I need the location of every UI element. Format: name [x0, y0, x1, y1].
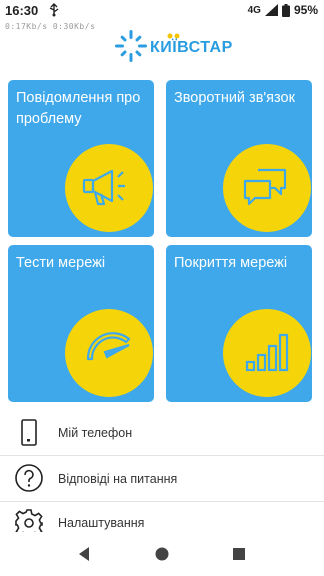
speedometer-icon	[86, 332, 131, 361]
signal-icon	[264, 4, 278, 16]
kyivstar-logo: КИЇВСТАР	[113, 28, 232, 64]
signal-bars-icon	[245, 333, 289, 372]
network-speed: 0:17Kb/s 0:30Kb/s	[5, 22, 96, 31]
tile-network-tests[interactable]: Тести мережі	[8, 245, 154, 402]
status-time: 16:30	[5, 3, 39, 18]
home-icon[interactable]	[152, 544, 172, 564]
menu-item-faq[interactable]: Відповіді на питання	[0, 456, 324, 501]
usb-icon	[49, 3, 59, 17]
tile-circle	[223, 144, 311, 232]
menu-label: Налаштування	[58, 516, 145, 530]
tile-circle	[65, 309, 153, 397]
back-icon[interactable]	[75, 544, 95, 564]
recents-icon[interactable]	[229, 544, 249, 564]
chat-bubbles-icon	[243, 168, 287, 206]
battery-icon	[281, 3, 290, 17]
menu-item-settings[interactable]: Налаштування	[0, 502, 324, 532]
menu-label: Мій телефон	[58, 426, 133, 440]
tile-title: Покриття мережі	[174, 255, 288, 271]
brand-name: КИЇВСТАР	[150, 39, 233, 56]
tile-circle	[223, 309, 311, 397]
status-bar: 16:30 4G 95%	[0, 0, 324, 22]
question-icon	[15, 464, 43, 492]
network-type: 4G	[247, 4, 261, 16]
menu-label: Відповіді на питання	[58, 472, 178, 486]
megaphone-icon	[82, 169, 125, 206]
tile-network-coverage[interactable]: Покриття мережі	[166, 245, 312, 402]
gear-icon	[15, 509, 43, 532]
tile-title: Повідомлення про проблему	[16, 90, 141, 127]
tile-report-problem[interactable]: Повідомлення про проблему	[8, 80, 154, 237]
tile-feedback[interactable]: Зворотний зв'язок	[166, 80, 312, 237]
star-logo-icon	[115, 30, 147, 62]
menu-item-my-phone[interactable]: Мій телефон	[0, 410, 324, 455]
tile-title: Тести мережі	[16, 255, 106, 271]
system-nav-bar	[0, 532, 324, 576]
tile-circle	[65, 144, 153, 232]
tile-title: Зворотний зв'язок	[174, 90, 295, 106]
battery-percent: 95%	[293, 3, 318, 17]
phone-icon	[21, 419, 37, 446]
